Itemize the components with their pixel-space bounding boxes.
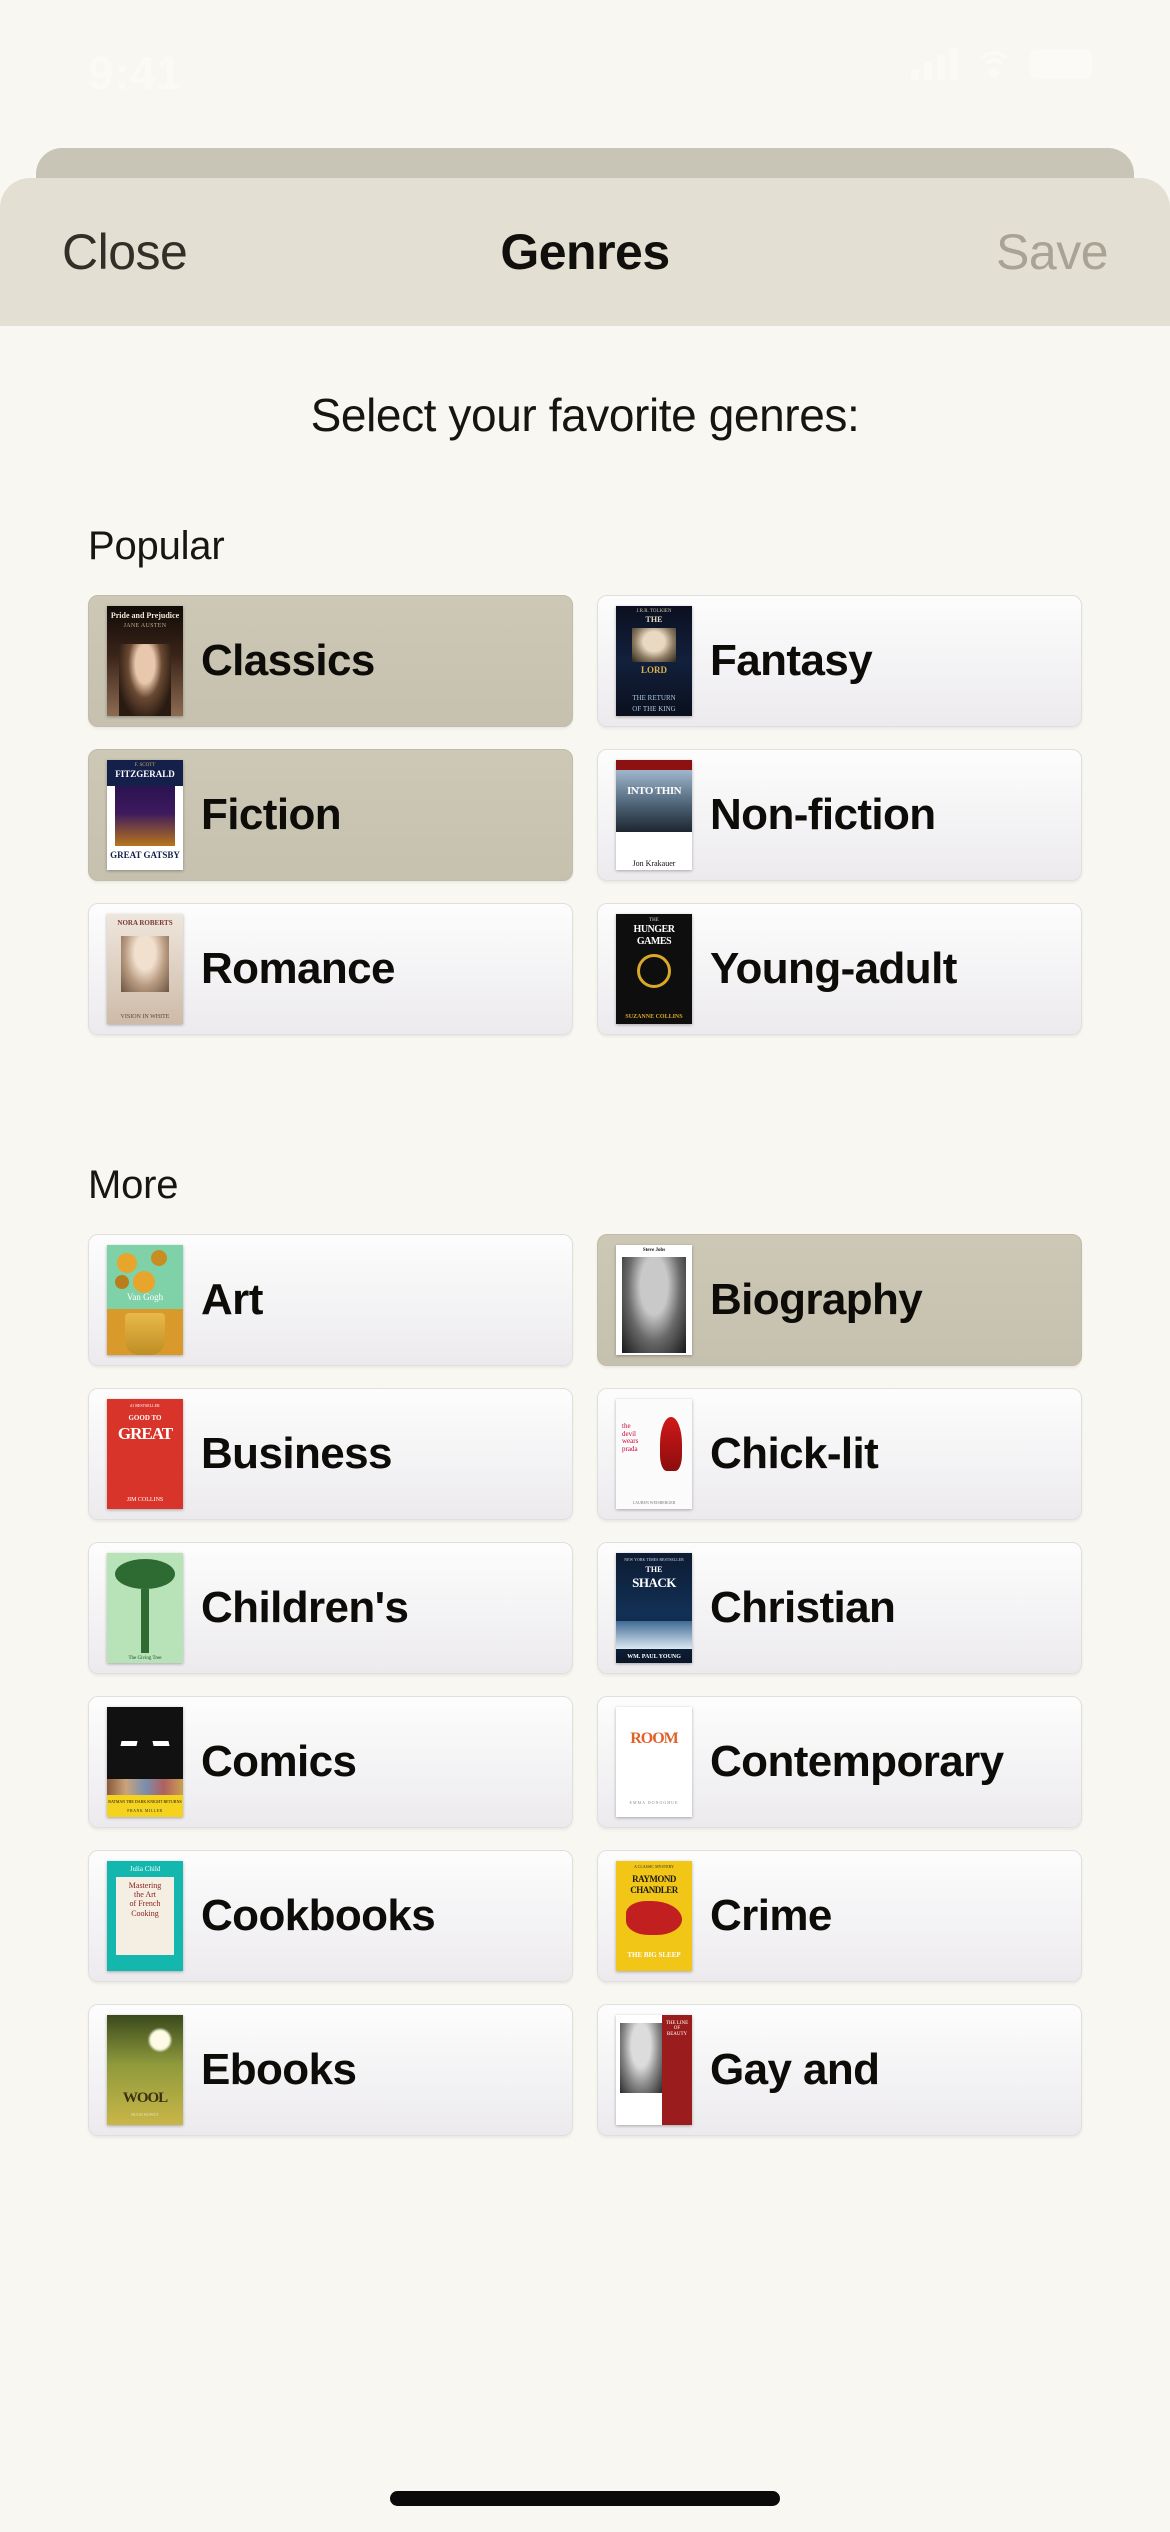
- battery-icon: [1030, 49, 1092, 79]
- genre-label: Classics: [201, 636, 375, 685]
- book-cover-icon: ROOM EMMA DONOGHUE: [616, 1707, 692, 1817]
- genre-label: Young-adult: [710, 944, 957, 993]
- book-cover-icon: A CLASSIC MYSTERY RAYMOND CHANDLER THE BIG…: [616, 1861, 692, 1971]
- genre-card-fantasy[interactable]: J.R.R. TOLKIEN THE LORD THE RETURN OF THE K…: [597, 595, 1082, 727]
- genre-card-gay-and[interactable]: THE LINE OF BEAUTY Gay and: [597, 2004, 1082, 2136]
- book-cover-icon: The Giving Tree: [107, 1553, 183, 1663]
- save-button[interactable]: Save: [996, 223, 1108, 281]
- genre-card-fiction[interactable]: F. SCOTT FITZGERALD GREAT GATSBY Fiction: [88, 749, 573, 881]
- genre-card-business[interactable]: #1 BESTSELLER GOOD TO GREAT JIM COLLINS Bus…: [88, 1388, 573, 1520]
- home-indicator: [390, 2491, 780, 2506]
- book-cover-icon: NORA ROBERTS VISION IN WHITE: [107, 914, 183, 1024]
- genre-label: Gay and: [710, 2045, 880, 2094]
- genre-label: Biography: [710, 1275, 923, 1324]
- genre-label: Ebooks: [201, 2045, 357, 2094]
- genre-card-romance[interactable]: NORA ROBERTS VISION IN WHITE Romance: [88, 903, 573, 1035]
- book-cover-icon: Pride and Prejudice JANE AUSTEN: [107, 606, 183, 716]
- genre-grid-more: Van Gogh Art Steve Jobs Biography #1 BESTSEL…: [0, 1234, 1170, 2136]
- prompt-text: Select your favorite genres:: [310, 389, 860, 441]
- section-title-popular: Popular: [88, 524, 225, 568]
- book-cover-icon: #1 BESTSELLER GOOD TO GREAT JIM COLLINS: [107, 1399, 183, 1509]
- genre-label: Non-fiction: [710, 790, 936, 839]
- book-cover-icon: WOOL HUGH HOWEY: [107, 2015, 183, 2125]
- genre-label: Fantasy: [710, 636, 873, 685]
- genre-card-biography[interactable]: Steve Jobs Biography: [597, 1234, 1082, 1366]
- genre-label: Contemporary: [710, 1737, 1004, 1786]
- book-cover-icon: Steve Jobs: [616, 1245, 692, 1355]
- genre-label: Comics: [201, 1737, 357, 1786]
- genre-card-classics[interactable]: Pride and Prejudice JANE AUSTEN Classics: [88, 595, 573, 727]
- wifi-icon: [974, 49, 1014, 79]
- genre-card-comics[interactable]: BATMAN THE DARK KNIGHT RETURNS FRANK MILL…: [88, 1696, 573, 1828]
- status-bar: 9:41: [0, 0, 1170, 150]
- genre-label: Crime: [710, 1891, 832, 1940]
- genres-scroll-view[interactable]: Select your favorite genres: Popular Prid…: [0, 326, 1170, 2532]
- genre-card-cookbooks[interactable]: Julia Child Mastering the Art of French Cook…: [88, 1850, 573, 1982]
- genre-label: Art: [201, 1275, 263, 1324]
- modal-navbar: Close Genres Save: [0, 178, 1170, 326]
- genre-label: Fiction: [201, 790, 342, 839]
- cellular-signal-icon: [911, 48, 958, 80]
- genre-card-crime[interactable]: A CLASSIC MYSTERY RAYMOND CHANDLER THE BIG…: [597, 1850, 1082, 1982]
- genre-card-children-s[interactable]: The Giving Tree Children's: [88, 1542, 573, 1674]
- section-title-more: More: [88, 1163, 179, 1207]
- genre-label: Children's: [201, 1583, 409, 1632]
- genre-card-ebooks[interactable]: WOOL HUGH HOWEY Ebooks: [88, 2004, 573, 2136]
- genre-card-contemporary[interactable]: ROOM EMMA DONOGHUE Contemporary: [597, 1696, 1082, 1828]
- genre-label: Cookbooks: [201, 1891, 436, 1940]
- book-cover-icon: Van Gogh: [107, 1245, 183, 1355]
- genre-card-non-fiction[interactable]: INTO THIN Jon Krakauer Non-fiction: [597, 749, 1082, 881]
- genre-label: Christian: [710, 1583, 896, 1632]
- book-cover-icon: the devil wears prada LAUREN WEISBERGER: [616, 1399, 692, 1509]
- status-indicators: [911, 48, 1092, 80]
- genre-label: Romance: [201, 944, 395, 993]
- genre-card-chick-lit[interactable]: the devil wears prada LAUREN WEISBERGER Chic…: [597, 1388, 1082, 1520]
- book-cover-icon: BATMAN THE DARK KNIGHT RETURNS FRANK MILL…: [107, 1707, 183, 1817]
- book-cover-icon: F. SCOTT FITZGERALD GREAT GATSBY: [107, 760, 183, 870]
- genre-label: Business: [201, 1429, 392, 1478]
- genre-label: Chick-lit: [710, 1429, 879, 1478]
- genre-card-christian[interactable]: NEW YORK TIMES BESTSELLER THE SHACK WM. PA…: [597, 1542, 1082, 1674]
- genre-card-young-adult[interactable]: THE HUNGER GAMES SUZANNE COLLINS Young-adul…: [597, 903, 1082, 1035]
- book-cover-icon: NEW YORK TIMES BESTSELLER THE SHACK WM. PA…: [616, 1553, 692, 1663]
- genre-card-art[interactable]: Van Gogh Art: [88, 1234, 573, 1366]
- book-cover-icon: Julia Child Mastering the Art of French Cook…: [107, 1861, 183, 1971]
- genre-grid-popular: Pride and Prejudice JANE AUSTEN Classics J.…: [0, 595, 1170, 1035]
- status-time: 9:41: [88, 47, 183, 99]
- book-cover-icon: J.R.R. TOLKIEN THE LORD THE RETURN OF THE K…: [616, 606, 692, 716]
- book-cover-icon: THE LINE OF BEAUTY: [616, 2015, 692, 2125]
- book-cover-icon: THE HUNGER GAMES SUZANNE COLLINS: [616, 914, 692, 1024]
- close-button[interactable]: Close: [62, 223, 188, 281]
- book-cover-icon: INTO THIN Jon Krakauer: [616, 760, 692, 870]
